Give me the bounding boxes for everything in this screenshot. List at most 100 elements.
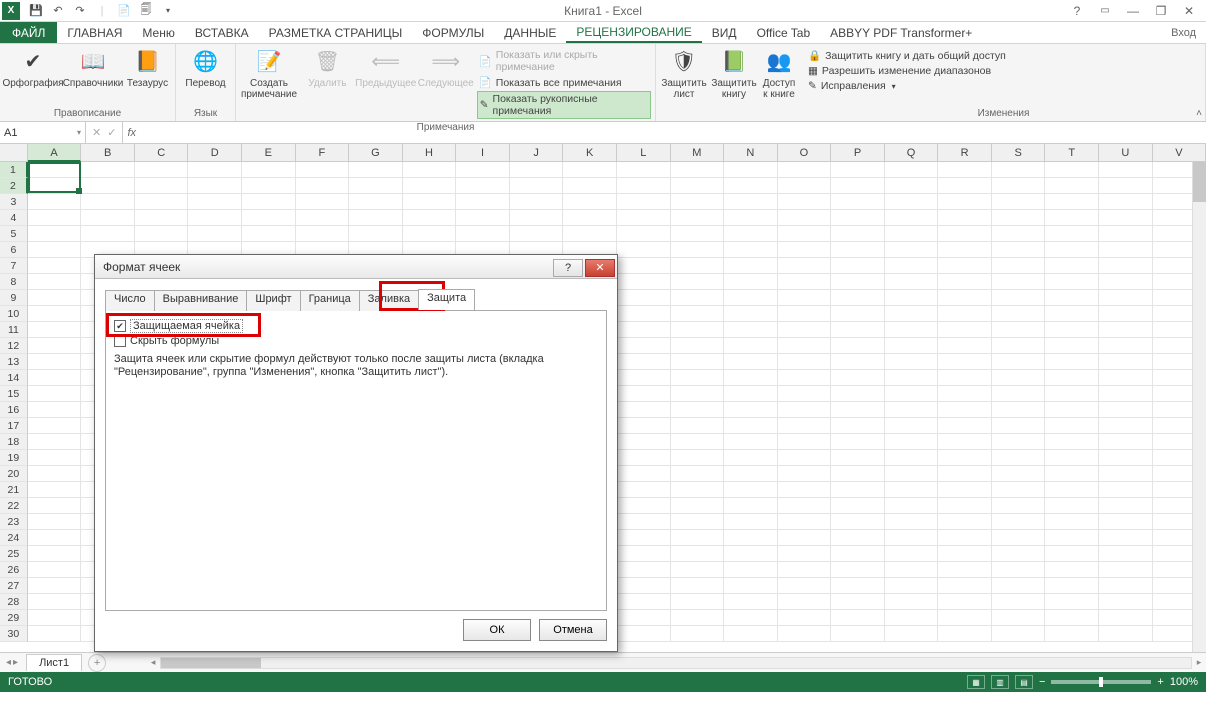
- column-header[interactable]: U: [1099, 144, 1153, 162]
- cell[interactable]: [1045, 562, 1099, 578]
- row-header[interactable]: 17: [0, 418, 28, 434]
- column-header[interactable]: F: [296, 144, 350, 162]
- ribbon-options-icon[interactable]: ▭: [1092, 2, 1118, 20]
- cell[interactable]: [992, 242, 1046, 258]
- cell[interactable]: [831, 226, 885, 242]
- add-sheet-button[interactable]: +: [88, 654, 106, 672]
- row-header[interactable]: 6: [0, 242, 28, 258]
- close-button[interactable]: ✕: [1176, 2, 1202, 20]
- tab-home[interactable]: ГЛАВНАЯ: [57, 22, 132, 43]
- cell[interactable]: [831, 594, 885, 610]
- cell[interactable]: [938, 258, 992, 274]
- tab-abbyy[interactable]: ABBYY PDF Transformer+: [820, 22, 982, 43]
- cell[interactable]: [831, 482, 885, 498]
- cell[interactable]: [885, 610, 939, 626]
- cell[interactable]: [28, 338, 82, 354]
- cell[interactable]: [831, 242, 885, 258]
- cell[interactable]: [28, 242, 82, 258]
- cell[interactable]: [885, 578, 939, 594]
- tab-data[interactable]: ДАННЫЕ: [494, 22, 566, 43]
- cell[interactable]: [992, 162, 1046, 178]
- cell[interactable]: [938, 338, 992, 354]
- cell[interactable]: [188, 210, 242, 226]
- cell[interactable]: [938, 386, 992, 402]
- normal-view-button[interactable]: ▦: [967, 675, 985, 689]
- cell[interactable]: [617, 162, 671, 178]
- cell[interactable]: [938, 482, 992, 498]
- row-header[interactable]: 28: [0, 594, 28, 610]
- cell[interactable]: [1045, 226, 1099, 242]
- cell[interactable]: [831, 530, 885, 546]
- cell[interactable]: [831, 626, 885, 642]
- cell[interactable]: [831, 402, 885, 418]
- cell[interactable]: [242, 210, 296, 226]
- cell[interactable]: [992, 562, 1046, 578]
- cell[interactable]: [617, 594, 671, 610]
- cell[interactable]: [617, 322, 671, 338]
- cell[interactable]: [510, 226, 564, 242]
- cell[interactable]: [1045, 530, 1099, 546]
- cell[interactable]: [885, 418, 939, 434]
- cell[interactable]: [992, 290, 1046, 306]
- cell[interactable]: [188, 162, 242, 178]
- cell[interactable]: [671, 258, 725, 274]
- prev-comment-button[interactable]: ⟸Предыдущее: [357, 46, 415, 89]
- cell[interactable]: [403, 162, 457, 178]
- cell[interactable]: [1099, 498, 1153, 514]
- save-icon[interactable]: 💾: [26, 2, 46, 20]
- cell[interactable]: [617, 370, 671, 386]
- ok-button[interactable]: ОК: [463, 619, 531, 641]
- cell[interactable]: [992, 274, 1046, 290]
- column-header[interactable]: H: [403, 144, 457, 162]
- print-icon[interactable]: 🗐: [136, 2, 156, 20]
- cell[interactable]: [1045, 178, 1099, 194]
- cell[interactable]: [724, 162, 778, 178]
- cell[interactable]: [724, 210, 778, 226]
- cell[interactable]: [671, 498, 725, 514]
- cell[interactable]: [885, 226, 939, 242]
- dlg-tab-border[interactable]: Граница: [300, 290, 360, 311]
- column-header[interactable]: G: [349, 144, 403, 162]
- cell[interactable]: [28, 226, 82, 242]
- row-header[interactable]: 30: [0, 626, 28, 642]
- cell[interactable]: [403, 210, 457, 226]
- cell[interactable]: [938, 354, 992, 370]
- zoom-out-button[interactable]: −: [1039, 676, 1045, 688]
- cell[interactable]: [778, 322, 832, 338]
- cell[interactable]: [1099, 194, 1153, 210]
- cell[interactable]: [671, 242, 725, 258]
- row-header[interactable]: 16: [0, 402, 28, 418]
- cell[interactable]: [1045, 210, 1099, 226]
- cell[interactable]: [831, 322, 885, 338]
- cell[interactable]: [992, 418, 1046, 434]
- research-button[interactable]: 📖Справочники: [64, 46, 122, 89]
- track-changes-button[interactable]: ✎Исправления▾: [806, 79, 1008, 93]
- cell[interactable]: [992, 578, 1046, 594]
- cell[interactable]: [617, 482, 671, 498]
- thesaurus-button[interactable]: 📙Тезаурус: [124, 46, 171, 89]
- column-header[interactable]: C: [135, 144, 189, 162]
- cell[interactable]: [28, 370, 82, 386]
- cell[interactable]: [28, 418, 82, 434]
- cell[interactable]: [831, 386, 885, 402]
- cell[interactable]: [938, 626, 992, 642]
- cell[interactable]: [1045, 402, 1099, 418]
- row-header[interactable]: 8: [0, 274, 28, 290]
- cell[interactable]: [724, 194, 778, 210]
- column-header[interactable]: M: [671, 144, 725, 162]
- cell[interactable]: [1099, 450, 1153, 466]
- cell[interactable]: [349, 226, 403, 242]
- protect-sheet-button[interactable]: 🛡Защитить лист: [660, 46, 708, 100]
- cell[interactable]: [296, 194, 350, 210]
- cell[interactable]: [617, 242, 671, 258]
- cell[interactable]: [28, 610, 82, 626]
- zoom-level[interactable]: 100%: [1170, 676, 1198, 688]
- cell[interactable]: [724, 178, 778, 194]
- cell[interactable]: [671, 434, 725, 450]
- cell[interactable]: [724, 450, 778, 466]
- cell[interactable]: [349, 178, 403, 194]
- cell[interactable]: [992, 306, 1046, 322]
- tab-insert[interactable]: ВСТАВКА: [185, 22, 259, 43]
- cell[interactable]: [885, 482, 939, 498]
- showink-comments-button[interactable]: ✎Показать рукописные примечания: [477, 91, 651, 119]
